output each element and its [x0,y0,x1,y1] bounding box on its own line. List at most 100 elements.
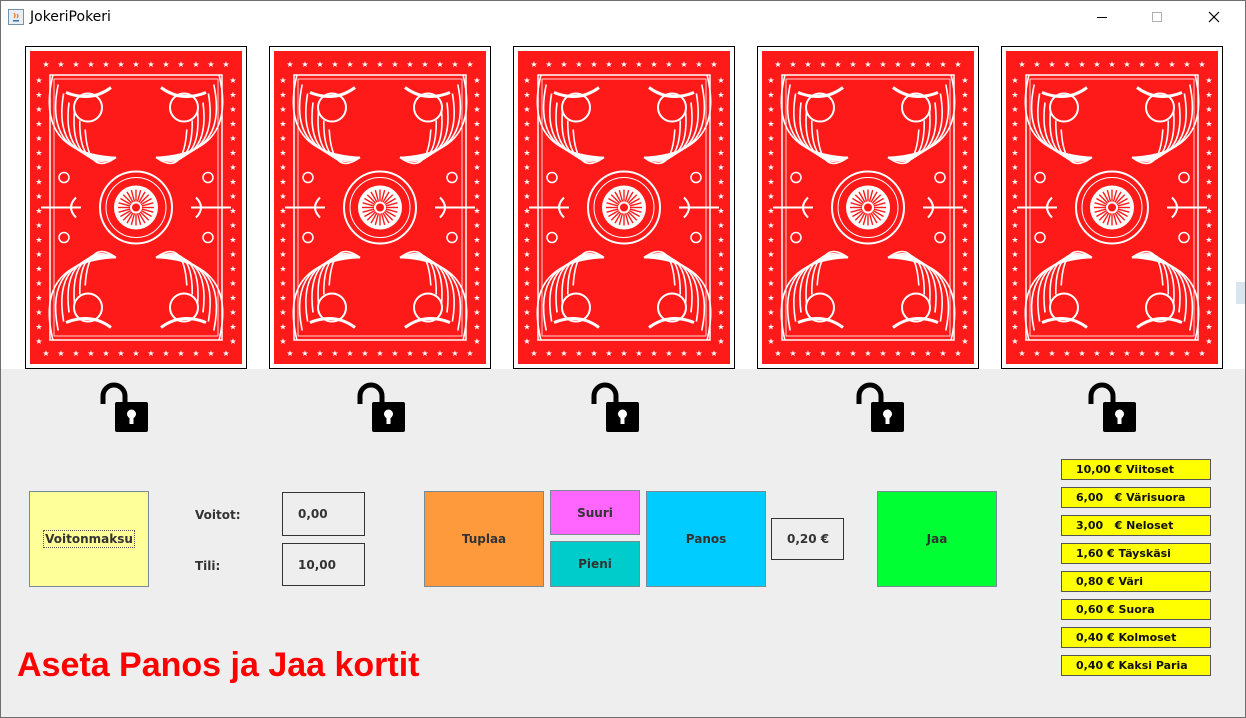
svg-text:★: ★ [635,349,642,358]
svg-text:★: ★ [909,349,916,358]
svg-text:★: ★ [680,349,687,358]
svg-text:★: ★ [523,163,530,172]
panos-button[interactable]: Panos [646,491,766,587]
svg-text:★: ★ [650,60,657,69]
svg-text:★: ★ [1205,323,1212,332]
svg-text:★: ★ [1033,60,1040,69]
svg-text:★: ★ [695,349,702,358]
card-back-pattern: ★★★★★★★★★★★★★★★★★★★★★★★★★★★ ★★ ★★ ★★ ★★ ★★ ★★ ★… [518,51,730,364]
card-1[interactable]: ★ ★ ★ ★ ★ ★ ★ ★ ★ ★ ★ ★ ★ ★ ★ ★ ★ ★ ★ ★ ★ ★ ★ ★ ★ ★ ★ ★ ★ ★ ★ ★ ★ ★ ★ ★ ★ ★ ★ ★… [25,46,247,369]
svg-text:★: ★ [523,76,530,85]
suuri-button[interactable]: Suuri [550,490,640,535]
svg-text:★: ★ [316,349,323,358]
status-message: Aseta Panos ja Jaa kortit [17,646,420,684]
svg-text:★: ★ [523,308,530,317]
svg-text:★: ★ [523,279,530,288]
svg-text:★: ★ [575,60,582,69]
voitonmaksu-button[interactable]: Voitonmaksu [29,491,149,587]
minimize-button[interactable] [1079,1,1125,33]
close-button[interactable] [1191,1,1237,33]
svg-text:★: ★ [1011,163,1018,172]
svg-text:★: ★ [229,178,236,187]
paytable-row: 3,00 € Neloset [1061,515,1211,536]
lock-icon-4[interactable] [854,382,906,434]
lock-icon-5[interactable] [1086,382,1138,434]
svg-text:★: ★ [717,76,724,85]
maximize-button[interactable] [1134,1,1180,33]
lock-icon-1[interactable] [98,382,150,434]
svg-text:★: ★ [767,250,774,259]
svg-text:★: ★ [229,250,236,259]
svg-text:★: ★ [229,279,236,288]
svg-text:★: ★ [961,265,968,274]
svg-text:★: ★ [620,60,627,69]
svg-text:★: ★ [229,192,236,201]
pieni-button[interactable]: Pieni [550,541,640,587]
svg-text:★: ★ [1011,265,1018,274]
svg-text:★: ★ [279,76,286,85]
svg-text:★: ★ [1108,349,1115,358]
svg-text:★: ★ [421,60,428,69]
jaa-button[interactable]: Jaa [877,491,997,587]
card-4[interactable]: ★ ★ ★ ★ ★ ★ ★ ★ ★ ★ ★ ★ ★ ★ ★ ★ ★ ★ ★ ★ ★ ★ ★ ★ ★ ★ ★ ★ ★ ★ ★ ★ ★ ★ ★ ★ ★ ★ ★ ★… [757,46,979,369]
svg-text:★: ★ [767,149,774,158]
paytable-row: 1,60 € Täyskäsi [1061,543,1211,564]
lock-icon-3[interactable] [589,382,641,434]
svg-text:★: ★ [605,60,612,69]
svg-text:★: ★ [961,308,968,317]
svg-text:★: ★ [804,349,811,358]
svg-text:★: ★ [1138,349,1145,358]
svg-text:★: ★ [279,236,286,245]
svg-text:★: ★ [894,60,901,69]
svg-text:★: ★ [1205,120,1212,129]
svg-text:★: ★ [1205,279,1212,288]
svg-text:★: ★ [466,60,473,69]
unlocked-padlock-icon [591,382,639,432]
svg-text:★: ★ [207,349,214,358]
svg-text:★: ★ [717,120,724,129]
svg-text:★: ★ [1011,76,1018,85]
svg-text:★: ★ [279,279,286,288]
svg-text:★: ★ [177,60,184,69]
card-2[interactable]: ★ ★ ★ ★ ★ ★ ★ ★ ★ ★ ★ ★ ★ ★ ★ ★ ★ ★ ★ ★ ★ ★ ★ ★ ★ ★ ★ ★ ★ ★ ★ ★ ★ ★ ★ ★ ★ ★ ★ ★… [269,46,491,369]
svg-text:★: ★ [1138,60,1145,69]
card-5[interactable]: ★ ★ ★ ★ ★ ★ ★ ★ ★ ★ ★ ★ ★ ★ ★ ★ ★ ★ ★ ★ ★ ★ ★ ★ ★ ★ ★ ★ ★ ★ ★ ★ ★ ★ ★ ★ ★ ★ ★ ★… [1001,46,1223,369]
svg-text:★: ★ [767,265,774,274]
svg-text:★: ★ [117,349,124,358]
svg-text:★: ★ [560,60,567,69]
tuplaa-button[interactable]: Tuplaa [424,491,544,587]
card-back-pattern: ★★★★★★★★★★★★★★★★★★★★★★★★★★★ ★★ ★★ ★★ ★★ ★★ ★★ ★… [30,51,242,364]
svg-text:★: ★ [301,60,308,69]
card-3[interactable]: ★ ★ ★ ★ ★ ★ ★ ★ ★ ★ ★ ★ ★ ★ ★ ★ ★ ★ ★ ★ ★ ★ ★ ★ ★ ★ ★ ★ ★ ★ ★ ★ ★ ★ ★ ★ ★ ★ ★ ★… [513,46,735,369]
svg-text:★: ★ [35,163,42,172]
svg-text:★: ★ [35,337,42,346]
svg-text:★: ★ [42,349,49,358]
svg-text:★: ★ [1078,60,1085,69]
svg-text:★: ★ [473,250,480,259]
svg-text:★: ★ [35,105,42,114]
title-bar[interactable]: JokeriPokeri [1,1,1245,33]
svg-text:★: ★ [1205,149,1212,158]
svg-text:★: ★ [35,221,42,230]
svg-text:★: ★ [1205,134,1212,143]
svg-text:★: ★ [523,134,530,143]
svg-text:★: ★ [939,60,946,69]
svg-text:★: ★ [560,349,567,358]
svg-text:★: ★ [1153,60,1160,69]
svg-text:★: ★ [1033,349,1040,358]
svg-text:★: ★ [1205,337,1212,346]
svg-text:★: ★ [834,349,841,358]
svg-text:★: ★ [279,294,286,303]
svg-text:★: ★ [331,60,338,69]
svg-text:★: ★ [207,60,214,69]
svg-text:★: ★ [1011,134,1018,143]
svg-text:★: ★ [1011,178,1018,187]
svg-text:★: ★ [680,60,687,69]
svg-text:★: ★ [767,192,774,201]
svg-text:★: ★ [1093,349,1100,358]
svg-text:★: ★ [473,76,480,85]
lock-icon-2[interactable] [355,382,407,434]
svg-text:★: ★ [87,349,94,358]
unlocked-padlock-icon [856,382,904,432]
svg-text:★: ★ [286,60,293,69]
